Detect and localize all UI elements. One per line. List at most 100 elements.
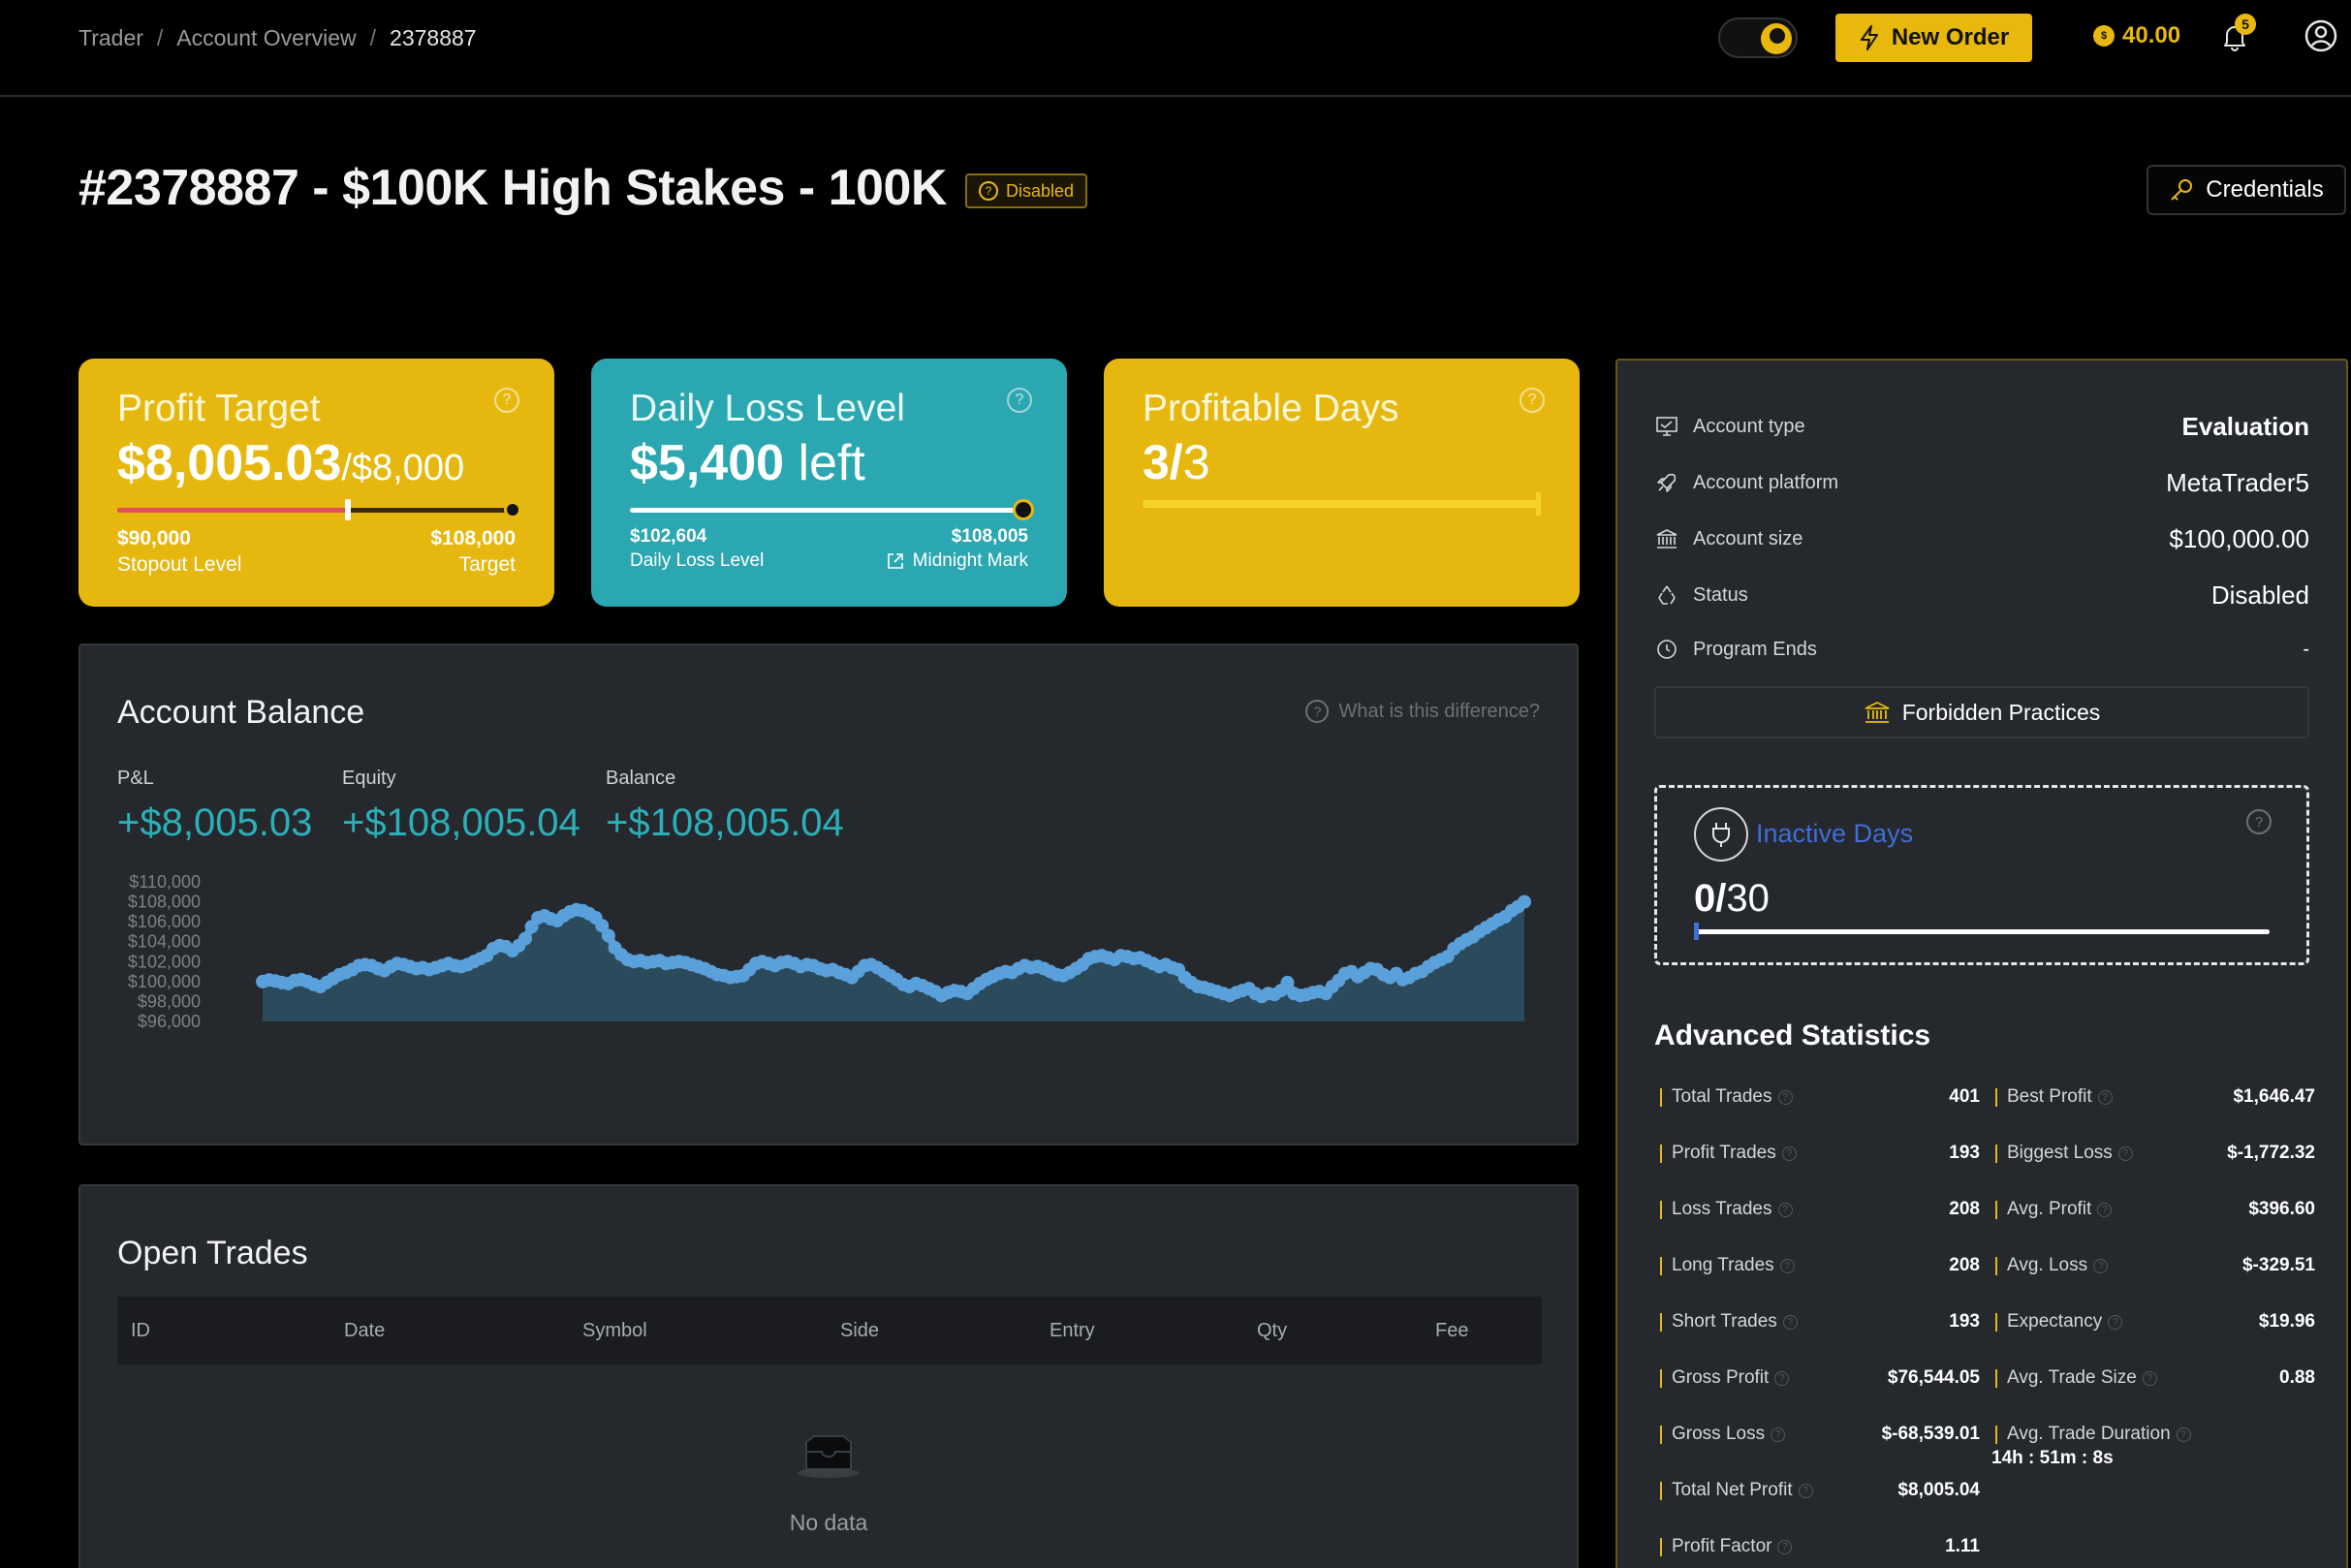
info-value: Disabled	[2210, 580, 2309, 610]
column-header-date[interactable]: Date	[344, 1320, 385, 1342]
breadcrumb-account-overview[interactable]: Account Overview	[176, 25, 356, 51]
help-icon[interactable]: ?	[1774, 1370, 1790, 1386]
column-header-fee[interactable]: Fee	[1435, 1320, 1468, 1342]
stat-label-text: Avg. Trade Size	[2007, 1367, 2137, 1388]
help-icon: ?	[979, 181, 998, 201]
external-link-icon	[887, 553, 903, 569]
stat-value: 208	[1949, 1255, 1980, 1275]
help-icon[interactable]: ?	[1777, 1202, 1793, 1217]
stat-label: Expectancy?	[1995, 1311, 2259, 1333]
lightning-icon	[1860, 25, 1878, 50]
profit-target-card: Profit Target ? $8,005.03/$8,000 $90,000…	[78, 359, 554, 607]
column-header-entry[interactable]: Entry	[1050, 1320, 1095, 1342]
breadcrumb: Trader / Account Overview / 2378887	[78, 25, 477, 51]
breadcrumb-current: 2378887	[390, 25, 477, 50]
credentials-button[interactable]: Credentials	[2147, 165, 2346, 215]
monitor-icon	[1654, 414, 1679, 439]
daily-loss-level-label: Daily Loss Level	[630, 549, 765, 571]
help-icon[interactable]: ?	[1798, 1483, 1813, 1498]
help-icon[interactable]: ?	[2246, 809, 2272, 834]
empty-state: No data	[80, 1434, 1577, 1536]
midnight-mark-label: Midnight Mark	[912, 549, 1028, 571]
card-footer: $102,604 Daily Loss Level $108,005 Midnig…	[630, 525, 1028, 573]
profit-value: $8,005.03	[117, 435, 342, 491]
balance-point[interactable]	[518, 931, 532, 946]
column-header-side[interactable]: Side	[840, 1320, 879, 1342]
stat-label-text: Avg. Profit	[2007, 1199, 2092, 1219]
advanced-statistics-title: Advanced Statistics	[1654, 1019, 1931, 1051]
help-icon[interactable]: ?	[2176, 1427, 2191, 1442]
balance-point[interactable]	[1518, 894, 1531, 909]
breadcrumb-trader[interactable]: Trader	[78, 25, 143, 51]
info-value: MetaTrader5	[2166, 467, 2309, 497]
stat-value: 1.11	[1945, 1536, 1980, 1556]
stat-label-text: Loss Trades	[1672, 1199, 1772, 1219]
daily-loss-level-amount: $102,604	[630, 526, 707, 547]
target-dot	[504, 501, 521, 518]
user-avatar-icon[interactable]	[2304, 19, 2337, 52]
help-icon[interactable]: ?	[2097, 1089, 2113, 1105]
info-value: $100,000.00	[2169, 523, 2309, 553]
stat-value: $76,544.05	[1887, 1367, 1980, 1388]
metric-label: Balance	[606, 768, 676, 789]
stat-label: Total Net Profit?	[1660, 1480, 1897, 1501]
midnight-mark-link[interactable]: Midnight Mark	[886, 549, 1028, 574]
help-icon[interactable]: ?	[1777, 1539, 1793, 1554]
help-icon[interactable]: ?	[494, 388, 519, 413]
help-icon[interactable]: ?	[2108, 1314, 2123, 1330]
column-header-symbol[interactable]: Symbol	[582, 1320, 647, 1342]
help-icon[interactable]: ?	[1520, 388, 1545, 413]
stat-label-text: Gross Loss	[1672, 1424, 1766, 1444]
stat-value: $396.60	[2248, 1199, 2315, 1219]
info-label: Account type	[1693, 415, 1805, 437]
target-amount: $108,000	[430, 527, 516, 549]
stat-label: Avg. Profit?	[1995, 1199, 2248, 1220]
panel-title: Open Trades	[117, 1235, 308, 1271]
stat-label-text: Total Net Profit	[1672, 1480, 1793, 1500]
column-header-id[interactable]: ID	[131, 1320, 150, 1342]
metric-value: +$108,005.04	[606, 801, 844, 844]
stat-label: Gross Profit?	[1660, 1367, 1888, 1389]
midnight-dot	[1013, 499, 1034, 520]
progress-start-marker	[1694, 923, 1699, 940]
empty-state-label: No data	[789, 1510, 868, 1535]
help-icon[interactable]: ?	[2117, 1145, 2133, 1161]
breadcrumb-separator: /	[156, 25, 164, 50]
profitable-days-progress-bar	[1143, 492, 1541, 516]
help-icon[interactable]: ?	[2142, 1370, 2157, 1386]
help-icon[interactable]: ?	[2093, 1258, 2109, 1273]
help-icon[interactable]: ?	[1007, 388, 1032, 413]
theme-toggle[interactable]	[1718, 17, 1798, 58]
balance-point[interactable]	[601, 928, 615, 943]
avg-trade-duration-value: 14h : 51m : 8s	[1991, 1448, 2114, 1468]
difference-help-link[interactable]: ? What is this difference?	[1305, 700, 1540, 723]
card-title: Daily Loss Level	[630, 388, 905, 429]
help-icon[interactable]: ?	[1777, 1089, 1793, 1105]
help-icon[interactable]: ?	[1771, 1427, 1786, 1442]
stat-value: $8,005.04	[1897, 1480, 1980, 1500]
help-icon[interactable]: ?	[2097, 1202, 2113, 1217]
info-row-status: Status Disabled	[1654, 576, 2309, 614]
column-header-qty[interactable]: Qty	[1257, 1320, 1287, 1342]
card-title: Profit Target	[117, 388, 321, 429]
open-trades-panel: Open Trades ID Date Symbol Side Entry Qt…	[78, 1184, 1579, 1568]
profit-progress-marker	[345, 499, 352, 520]
stat-label-text: Long Trades	[1672, 1255, 1774, 1275]
stat-label-text: Avg. Loss	[2007, 1255, 2088, 1275]
y-tick-label: $102,000	[128, 952, 201, 971]
pnl-metric: P&L +$8,005.03	[117, 768, 312, 845]
difference-help-label: What is this difference?	[1338, 700, 1540, 722]
stat-row: Total Net Profit? $8,005.04	[1660, 1475, 1980, 1506]
stat-value: $1,646.47	[2233, 1086, 2315, 1107]
y-tick-label: $110,000	[129, 872, 201, 892]
coin-balance[interactable]: $ 40.00	[2093, 22, 2180, 49]
new-order-button[interactable]: New Order	[1835, 14, 2032, 62]
help-icon[interactable]: ?	[1782, 1314, 1798, 1330]
card-footer: $90,000 Stopout Level $108,000 Target	[117, 525, 516, 579]
daily-loss-value: $5,400 left	[630, 434, 1028, 492]
stat-row: Short Trades? 193	[1660, 1306, 1980, 1337]
stat-value: 0.88	[2279, 1367, 2315, 1388]
forbidden-practices-button[interactable]: Forbidden Practices	[1654, 686, 2309, 738]
help-icon[interactable]: ?	[1781, 1145, 1797, 1161]
help-icon[interactable]: ?	[1779, 1258, 1795, 1273]
